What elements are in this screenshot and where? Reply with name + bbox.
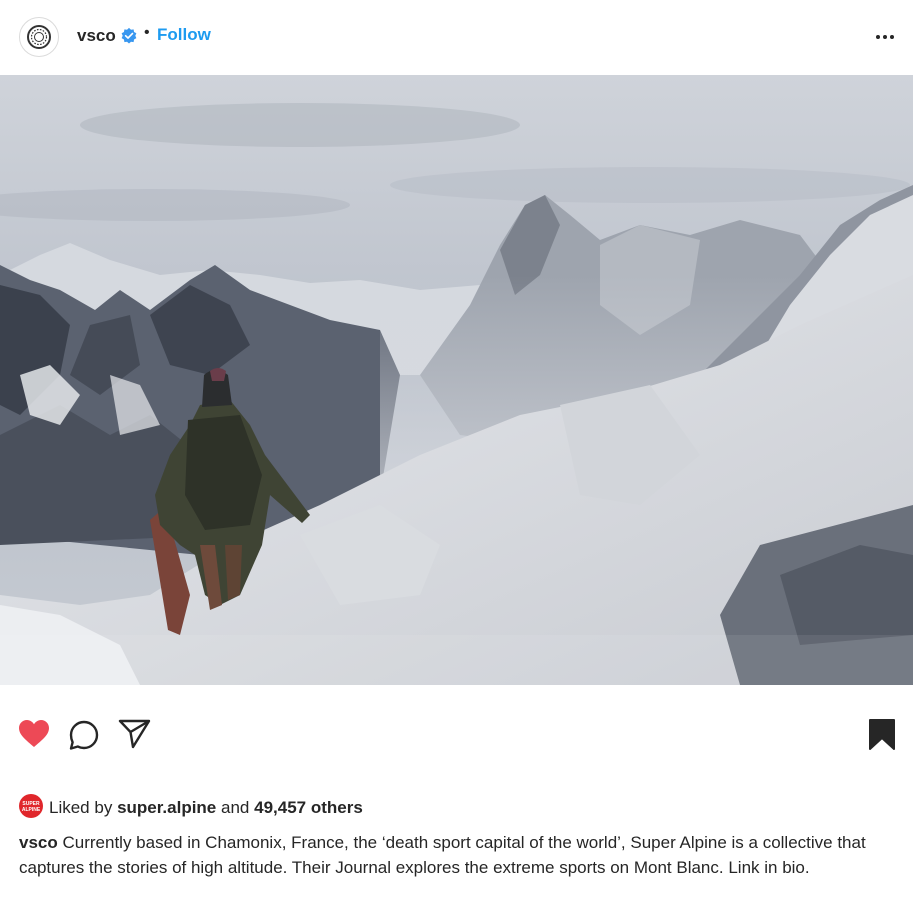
follow-button[interactable]: Follow bbox=[157, 25, 211, 45]
post-author-username[interactable]: vsco bbox=[77, 26, 116, 46]
caption-text: Currently based in Chamonix, France, the… bbox=[19, 833, 866, 877]
post-actions-bar bbox=[0, 700, 913, 770]
comment-icon[interactable] bbox=[67, 718, 101, 752]
bookmark-icon[interactable] bbox=[868, 718, 896, 752]
header-separator: • bbox=[144, 24, 150, 41]
likes-count[interactable]: 49,457 others bbox=[254, 798, 363, 817]
heart-icon[interactable] bbox=[18, 719, 50, 749]
liked-by-label: Liked by bbox=[49, 798, 113, 817]
vsco-logo-icon[interactable] bbox=[19, 17, 59, 57]
mountain-snowboarder-photo bbox=[0, 75, 913, 685]
likes-and-label: and bbox=[221, 798, 250, 817]
post-header: vsco • Follow bbox=[0, 0, 913, 74]
likes-summary: SUPER ALPINE Liked by super.alpine and 4… bbox=[19, 794, 899, 820]
post-caption: vsco Currently based in Chamonix, France… bbox=[19, 830, 899, 880]
post-image[interactable] bbox=[0, 75, 913, 685]
liker-username[interactable]: super.alpine bbox=[117, 798, 216, 817]
liker-avatar[interactable]: SUPER ALPINE bbox=[19, 794, 43, 818]
more-options-icon[interactable] bbox=[870, 27, 900, 47]
share-icon[interactable] bbox=[118, 718, 152, 750]
caption-username[interactable]: vsco bbox=[19, 833, 58, 852]
verified-badge-icon bbox=[121, 27, 137, 44]
